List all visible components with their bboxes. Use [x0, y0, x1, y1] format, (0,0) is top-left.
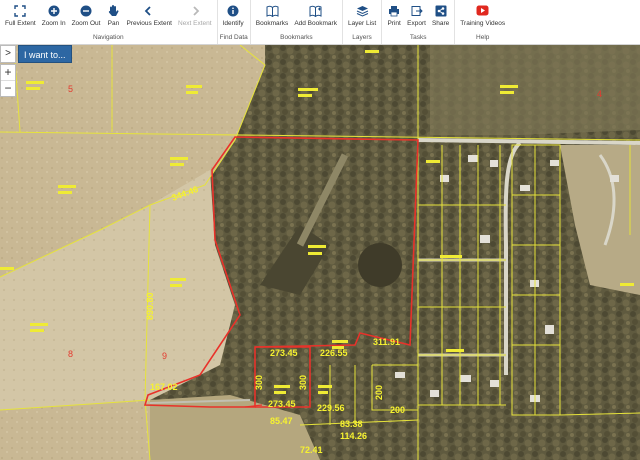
tool-label: Identify	[222, 20, 244, 27]
add-bookmark-icon	[309, 4, 323, 17]
toolbar-group-navigation: Full Extent Zoom In Zoom Out Pan Previous Ex…	[0, 0, 218, 44]
dimension-label: 83.38	[340, 419, 363, 429]
i-want-to-button[interactable]: I want to...	[18, 45, 72, 63]
zoom-control: + −	[0, 64, 16, 97]
training-videos-button[interactable]: Training Videos	[457, 0, 508, 31]
dimension-label: 273.45	[268, 399, 296, 409]
pan-button[interactable]: Pan	[103, 0, 123, 31]
dimension-label: 229.56	[317, 403, 345, 413]
zoom-out-icon	[79, 4, 93, 17]
toolbar-group-buttons: Layer List	[345, 0, 379, 31]
toolbar-group-buttons: Print Export Share	[384, 0, 452, 31]
tool-label: Zoom In	[41, 20, 66, 27]
share-icon	[434, 4, 448, 17]
tool-label: Full Extent	[5, 20, 36, 27]
toolbar-group-buttons: Training Videos	[457, 0, 508, 31]
map-zoom-in-button[interactable]: +	[1, 65, 15, 81]
parcel-number: 9	[162, 351, 167, 361]
toolbar-group-help: Training Videos Help	[455, 0, 510, 44]
identify-icon	[226, 4, 240, 17]
dimension-label: 300	[254, 375, 264, 390]
bookmarks-icon	[265, 4, 279, 17]
tool-label: Next Extent	[178, 20, 212, 27]
pan-icon	[106, 4, 120, 17]
export-button[interactable]: Export	[404, 0, 429, 31]
bookmarks-button[interactable]: Bookmarks	[253, 0, 292, 31]
toolbar-group-buttons: Identify	[220, 0, 248, 31]
toolbar-group-find-data: Identify Find Data	[218, 0, 251, 44]
dimension-label: 890.80	[145, 292, 155, 320]
zoom-in-button[interactable]: Zoom In	[39, 0, 69, 31]
toolbar-group-title: Tasks	[409, 34, 427, 41]
print-button[interactable]: Print	[384, 0, 404, 31]
map-view[interactable]: 344.46 273.45 273.45 226.55 311.91 229.5…	[0, 45, 640, 460]
dimension-label: 273.45	[270, 348, 298, 358]
parcel-number: 5	[68, 84, 73, 94]
dimension-label: 200	[390, 405, 405, 415]
toolbar-group-title: Layers	[352, 34, 372, 41]
side-panel-toggle-button[interactable]: >	[0, 45, 16, 63]
layer-list-icon	[355, 4, 369, 17]
dimension-label: 167.02	[150, 382, 178, 392]
share-button[interactable]: Share	[429, 0, 452, 31]
dimension-label: 85.47	[270, 416, 293, 426]
tool-label: Layer List	[347, 20, 377, 27]
toolbar-group-tasks: Print Export Share Tasks	[382, 0, 456, 44]
full-extent-icon	[13, 4, 27, 17]
next-extent-button: Next Extent	[175, 0, 215, 31]
next-extent-icon	[188, 4, 202, 17]
previous-extent-button[interactable]: Previous Extent	[123, 0, 175, 31]
tool-label: Print	[387, 20, 401, 27]
toolbar-group-title: Help	[476, 34, 490, 41]
dimension-label: 200	[374, 385, 384, 400]
previous-extent-icon	[142, 4, 156, 17]
toolbar-group-bookmarks: Bookmarks Add Bookmark Bookmarks	[251, 0, 343, 44]
tool-label: Previous Extent	[126, 20, 172, 27]
dimension-label: 72.41	[300, 445, 323, 455]
dimension-label: 114.26	[340, 431, 367, 441]
toolbar-group-buttons: Bookmarks Add Bookmark	[253, 0, 340, 31]
full-extent-button[interactable]: Full Extent	[2, 0, 39, 31]
tool-label: Add Bookmark	[294, 20, 337, 27]
toolbar-group-title: Find Data	[219, 34, 248, 41]
toolbar-group-layers: Layer List Layers	[343, 0, 383, 44]
dimension-label: 226.55	[320, 348, 348, 358]
training-videos-icon	[476, 4, 490, 17]
add-bookmark-button[interactable]: Add Bookmark	[291, 0, 340, 31]
ribbon-toolbar: Full Extent Zoom In Zoom Out Pan Previous Ex…	[0, 0, 640, 45]
tool-label: Export	[407, 20, 426, 27]
tool-label: Share	[431, 20, 450, 27]
toolbar-group-title: Bookmarks	[280, 34, 313, 41]
map-zoom-out-button[interactable]: −	[1, 81, 15, 97]
tool-label: Bookmarks	[255, 20, 289, 27]
parcel-number: 4	[597, 89, 602, 99]
aerial-imagery: 344.46 273.45 273.45 226.55 311.91 229.5…	[0, 45, 640, 460]
dimension-label: 300	[298, 375, 308, 390]
identify-button[interactable]: Identify	[220, 0, 247, 31]
tool-label: Training Videos	[460, 20, 506, 27]
zoom-out-button[interactable]: Zoom Out	[69, 0, 104, 31]
toolbar-group-title: Navigation	[92, 34, 124, 41]
print-icon	[387, 4, 401, 17]
dimension-label: 311.91	[373, 337, 400, 347]
toolbar-group-buttons: Full Extent Zoom In Zoom Out Pan Previous Ex…	[2, 0, 215, 31]
zoom-in-icon	[47, 4, 61, 17]
layer-list-button[interactable]: Layer List	[345, 0, 379, 31]
parcel-number: 8	[68, 349, 73, 359]
tool-label: Pan	[107, 20, 120, 27]
export-icon	[410, 4, 424, 17]
tool-label: Zoom Out	[71, 20, 101, 27]
